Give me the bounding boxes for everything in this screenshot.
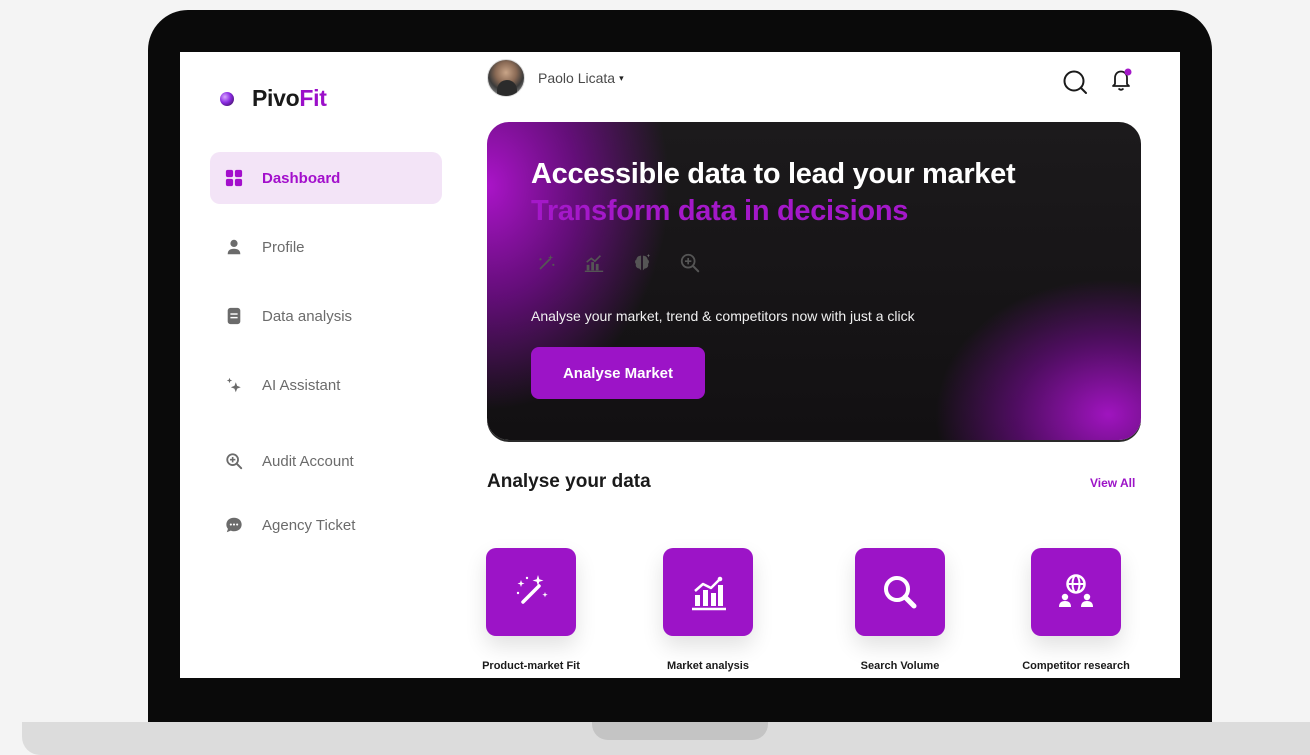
notification-bell-icon[interactable] xyxy=(1107,66,1135,94)
hero-subtitle: Transform data in decisions xyxy=(531,195,909,227)
brain-icon xyxy=(629,250,655,276)
card-tile[interactable] xyxy=(855,548,945,636)
sparkle-icon xyxy=(224,375,244,395)
hero-title: Accessible data to lead your market xyxy=(531,158,1016,190)
chat-bubble-icon xyxy=(224,515,244,535)
app-logo[interactable]: PivoFit xyxy=(220,85,327,112)
logo-icon xyxy=(220,91,234,106)
chevron-down-icon: ▾ xyxy=(619,72,624,83)
card-tile[interactable] xyxy=(663,548,753,636)
logo-prefix: Pivo xyxy=(252,85,300,111)
card-label: Competitor research xyxy=(1022,660,1130,672)
card-tile[interactable] xyxy=(486,548,576,636)
sidebar-item-label: AI Assistant xyxy=(262,376,341,394)
search-icon[interactable] xyxy=(1061,68,1089,96)
sidebar-item-label: Data analysis xyxy=(262,307,353,325)
card-competitor-research[interactable]: Competitor research xyxy=(1006,548,1146,672)
hero-icon-row xyxy=(533,250,703,276)
avatar xyxy=(487,59,525,97)
sidebar-item-dashboard[interactable]: Dashboard xyxy=(210,152,442,204)
sidebar-item-audit-account[interactable]: Audit Account xyxy=(210,435,442,487)
user-icon xyxy=(224,237,244,257)
analyse-market-button[interactable]: Analyse Market xyxy=(531,347,705,399)
logo-text: PivoFit xyxy=(252,85,327,112)
hero-description: Analyse your market, trend & competitors… xyxy=(531,308,915,324)
document-icon xyxy=(224,306,244,326)
view-all-link[interactable]: View All xyxy=(1090,476,1135,490)
card-label: Search Volume xyxy=(860,660,940,672)
card-market-analysis[interactable]: Market analysis xyxy=(638,548,778,672)
section-title: Analyse your data xyxy=(487,471,651,492)
sidebar-item-data-analysis[interactable]: Data analysis xyxy=(210,290,442,342)
sidebar-item-agency-ticket[interactable]: Agency Ticket xyxy=(210,499,442,551)
hero-banner: Accessible data to lead your market Tran… xyxy=(487,122,1141,440)
user-name: Paolo Licata xyxy=(538,70,616,86)
sidebar-item-profile[interactable]: Profile xyxy=(210,221,442,273)
sidebar-item-label: Agency Ticket xyxy=(262,516,356,534)
user-menu[interactable]: Paolo Licata ▾ xyxy=(487,59,624,97)
sidebar-item-label: Profile xyxy=(262,238,305,256)
card-label: Product-market Fit xyxy=(482,660,580,672)
card-label: Market analysis xyxy=(667,660,749,672)
sidebar-item-label: Audit Account xyxy=(262,452,354,470)
card-product-market-fit[interactable]: Product-market Fit xyxy=(461,548,601,672)
card-search-volume[interactable]: Search Volume xyxy=(830,548,970,672)
sidebar-item-label: Dashboard xyxy=(262,169,341,187)
app-screen: PivoFit Dashboard Profile Data analysis … xyxy=(180,52,1180,678)
card-tile[interactable] xyxy=(1031,548,1121,636)
chart-icon xyxy=(581,250,607,276)
grid-icon xyxy=(224,168,244,188)
search-icon xyxy=(884,576,917,609)
magic-wand-icon xyxy=(516,575,548,604)
logo-accent: Fit xyxy=(299,85,327,111)
bar-chart-icon xyxy=(692,576,726,611)
zoom-search-icon xyxy=(224,451,244,471)
globe-users-icon xyxy=(1059,574,1093,607)
zoom-search-icon xyxy=(677,250,703,276)
magic-wand-icon xyxy=(533,250,559,276)
sidebar-item-ai-assistant[interactable]: AI Assistant xyxy=(210,359,442,411)
laptop-notch xyxy=(592,722,768,740)
